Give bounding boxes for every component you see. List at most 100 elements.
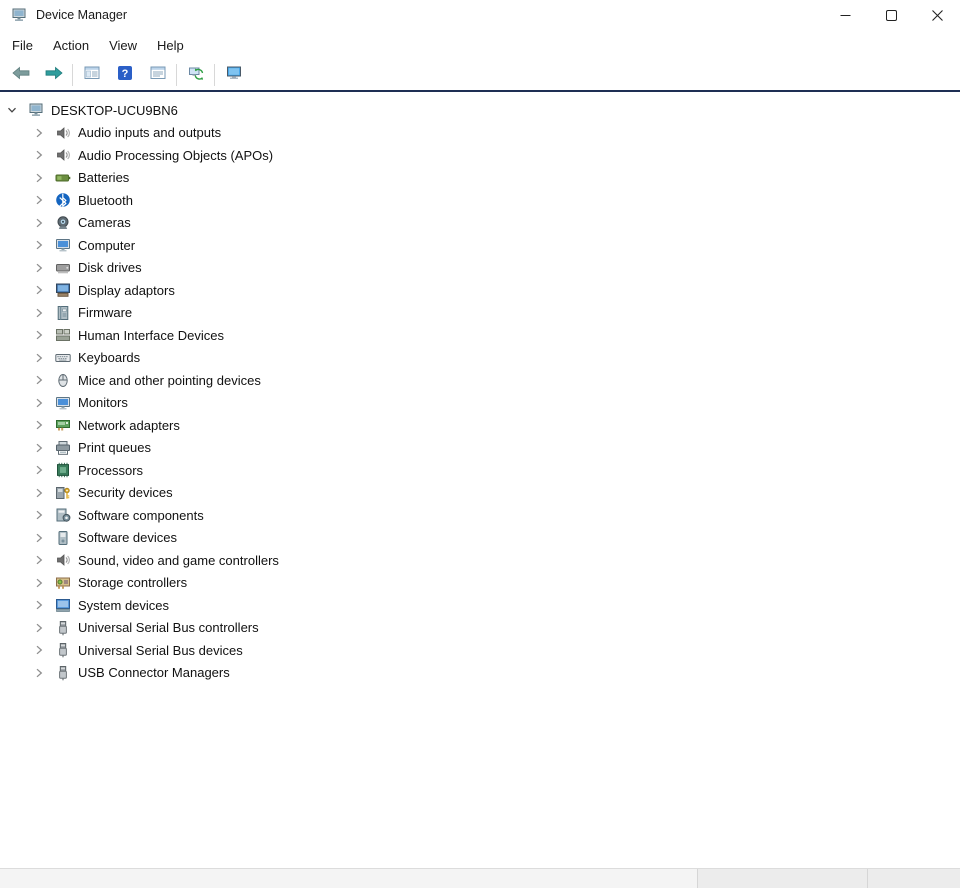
chevron-right-icon[interactable]: [31, 327, 47, 343]
tree-item-software-components[interactable]: Software components: [0, 504, 960, 527]
chevron-right-icon[interactable]: [31, 215, 47, 231]
minimize-button[interactable]: [822, 0, 868, 30]
chevron-right-icon[interactable]: [31, 507, 47, 523]
tree-item-security-devices[interactable]: Security devices: [0, 482, 960, 505]
toolbar-separator: [214, 64, 215, 86]
usb-icon: [55, 665, 71, 681]
devices-by-type-button[interactable]: [217, 62, 250, 89]
chevron-right-icon[interactable]: [31, 642, 47, 658]
tree-item-computer[interactable]: Computer: [0, 234, 960, 257]
help-icon: ?: [117, 65, 133, 86]
tree-item-label: Network adapters: [78, 418, 180, 433]
tree-item-network-adapters[interactable]: Network adapters: [0, 414, 960, 437]
chevron-right-icon[interactable]: [31, 282, 47, 298]
tree-item-label: Firmware: [78, 305, 132, 320]
toolbar-separator: [176, 64, 177, 86]
menubar: FileActionViewHelp: [0, 30, 960, 60]
tree-item-audio-processing-objects-apos[interactable]: Audio Processing Objects (APOs): [0, 144, 960, 167]
chevron-right-icon[interactable]: [31, 260, 47, 276]
chevron-right-icon[interactable]: [31, 395, 47, 411]
tree-item-keyboards[interactable]: Keyboards: [0, 347, 960, 370]
chevron-right-icon[interactable]: [31, 597, 47, 613]
forward-button[interactable]: [37, 62, 70, 89]
back-button[interactable]: [4, 62, 37, 89]
tree-item-monitors[interactable]: Monitors: [0, 392, 960, 415]
tree-item-software-devices[interactable]: Software devices: [0, 527, 960, 550]
chevron-right-icon[interactable]: [31, 147, 47, 163]
tree-item-label: Bluetooth: [78, 193, 133, 208]
maximize-button[interactable]: [868, 0, 914, 30]
tree-item-batteries[interactable]: Batteries: [0, 167, 960, 190]
tree-item-usb-connector-managers[interactable]: USB Connector Managers: [0, 662, 960, 685]
tree-item-sound-video-and-game-controllers[interactable]: Sound, video and game controllers: [0, 549, 960, 572]
tree-item-firmware[interactable]: Firmware: [0, 302, 960, 325]
tree-item-label: System devices: [78, 598, 169, 613]
chevron-right-icon[interactable]: [31, 170, 47, 186]
tree-item-audio-inputs-and-outputs[interactable]: Audio inputs and outputs: [0, 122, 960, 145]
scan-for-hardware-changes-button[interactable]: [179, 62, 212, 89]
tree-item-label: Audio inputs and outputs: [78, 125, 221, 140]
tree-root-label: DESKTOP-UCU9BN6: [51, 103, 178, 118]
close-button[interactable]: [914, 0, 960, 30]
computer-icon: [28, 102, 44, 118]
tree-root-desktop-ucu9bn6[interactable]: DESKTOP-UCU9BN6: [0, 99, 960, 122]
chevron-right-icon[interactable]: [31, 552, 47, 568]
tree-item-bluetooth[interactable]: Bluetooth: [0, 189, 960, 212]
show-console-tree-button[interactable]: [75, 62, 108, 89]
chevron-right-icon[interactable]: [31, 417, 47, 433]
chevron-right-icon[interactable]: [31, 237, 47, 253]
chevron-right-icon[interactable]: [31, 485, 47, 501]
system-icon: [55, 597, 71, 613]
chevron-right-icon[interactable]: [31, 440, 47, 456]
menu-help[interactable]: Help: [147, 33, 194, 58]
speaker-icon: [55, 125, 71, 141]
chevron-right-icon[interactable]: [31, 462, 47, 478]
tree-item-cameras[interactable]: Cameras: [0, 212, 960, 235]
processor-icon: [55, 462, 71, 478]
tree-item-label: Batteries: [78, 170, 129, 185]
tree-item-label: Security devices: [78, 485, 173, 500]
chevron-right-icon[interactable]: [31, 665, 47, 681]
tree-item-label: Sound, video and game controllers: [78, 553, 279, 568]
tree-item-label: Audio Processing Objects (APOs): [78, 148, 273, 163]
menu-file[interactable]: File: [2, 33, 43, 58]
firmware-icon: [55, 305, 71, 321]
window-controls: [822, 0, 960, 30]
chevron-right-icon[interactable]: [31, 372, 47, 388]
computer-monitor-icon: [226, 65, 242, 86]
tree-item-disk-drives[interactable]: Disk drives: [0, 257, 960, 280]
tree-item-human-interface-devices[interactable]: Human Interface Devices: [0, 324, 960, 347]
chevron-right-icon[interactable]: [31, 530, 47, 546]
monitor-icon: [55, 395, 71, 411]
chevron-right-icon[interactable]: [31, 350, 47, 366]
help-button[interactable]: ?: [108, 62, 141, 89]
chevron-right-icon[interactable]: [31, 620, 47, 636]
tree-item-label: Disk drives: [78, 260, 142, 275]
chevron-down-icon[interactable]: [4, 102, 20, 118]
tree-item-print-queues[interactable]: Print queues: [0, 437, 960, 460]
menu-action[interactable]: Action: [43, 33, 99, 58]
chevron-right-icon[interactable]: [31, 192, 47, 208]
tree-item-universal-serial-bus-devices[interactable]: Universal Serial Bus devices: [0, 639, 960, 662]
device-tree: DESKTOP-UCU9BN6 Audio inputs and outputs A…: [0, 92, 960, 684]
statusbar-segment-2: [697, 869, 867, 888]
tree-item-system-devices[interactable]: System devices: [0, 594, 960, 617]
tree-item-display-adaptors[interactable]: Display adaptors: [0, 279, 960, 302]
console-tree-icon: [84, 65, 100, 86]
battery-icon: [55, 170, 71, 186]
tree-item-storage-controllers[interactable]: Storage controllers: [0, 572, 960, 595]
tree-item-universal-serial-bus-controllers[interactable]: Universal Serial Bus controllers: [0, 617, 960, 640]
usb-icon: [55, 620, 71, 636]
tree-item-label: Universal Serial Bus controllers: [78, 620, 259, 635]
speaker-icon: [55, 147, 71, 163]
menu-view[interactable]: View: [99, 33, 147, 58]
usb-icon: [55, 642, 71, 658]
storage-icon: [55, 575, 71, 591]
chevron-right-icon[interactable]: [31, 305, 47, 321]
chevron-right-icon[interactable]: [31, 575, 47, 591]
tree-item-processors[interactable]: Processors: [0, 459, 960, 482]
printer-icon: [55, 440, 71, 456]
chevron-right-icon[interactable]: [31, 125, 47, 141]
properties-button[interactable]: [141, 62, 174, 89]
tree-item-mice-and-other-pointing-devices[interactable]: Mice and other pointing devices: [0, 369, 960, 392]
